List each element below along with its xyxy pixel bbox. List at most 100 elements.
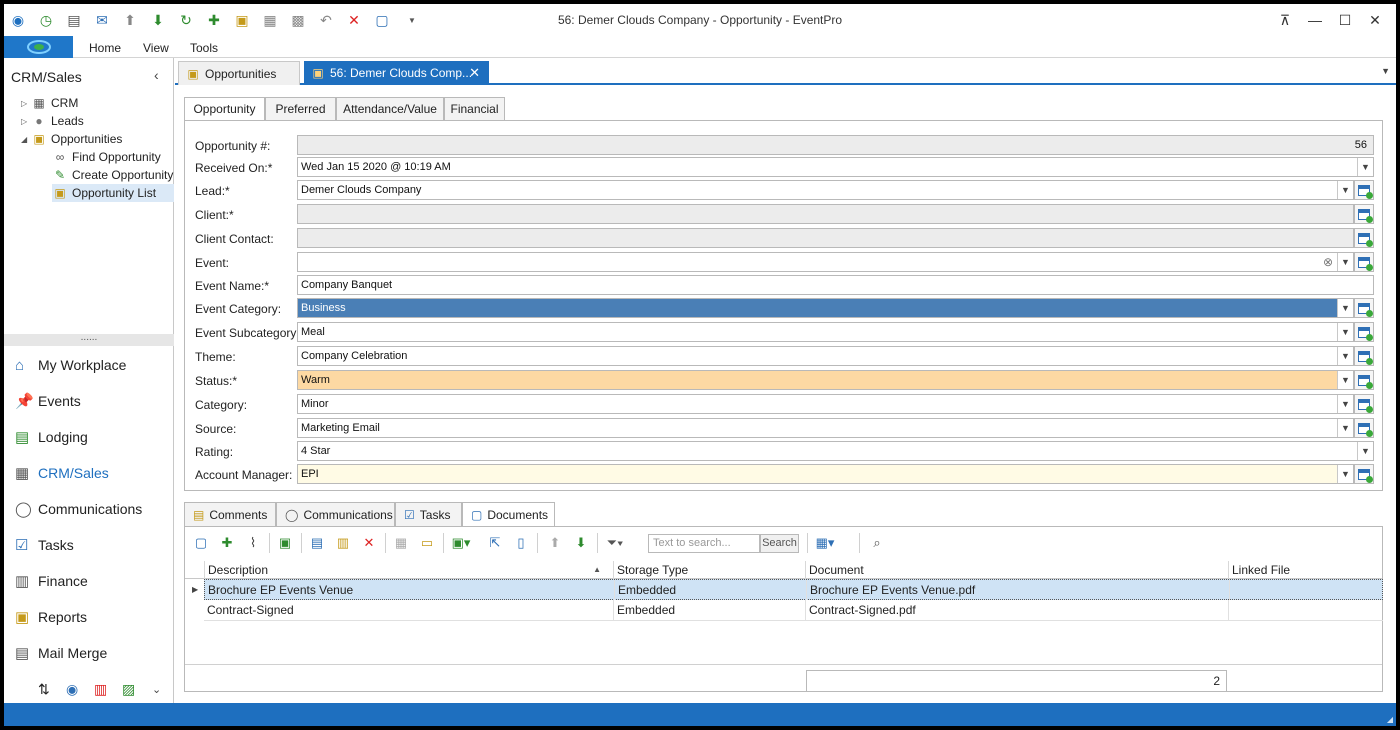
open-icon[interactable]: ▤ [307,533,327,553]
tab-opportunity[interactable]: Opportunity [184,97,265,121]
chevron-down-icon[interactable]: ▼ [1357,442,1373,460]
app-menu-button[interactable] [4,36,73,58]
tree-item-find-opportunity[interactable]: ∞ Find Opportunity [52,148,161,166]
new-document-icon[interactable]: ▢ [191,533,211,553]
lead-field[interactable]: Demer Clouds Company ▼ [297,180,1354,200]
tree-item-opportunities[interactable]: ◢ ▣ Opportunities [21,130,122,148]
chevron-down-icon[interactable]: ▼ [1337,371,1353,389]
search-button[interactable]: Search [760,534,799,553]
chevron-down-icon[interactable]: ▼ [1337,347,1353,365]
tree-item-create-opportunity[interactable]: ✎ Create Opportunity [52,166,173,184]
filter-icon[interactable]: ⏷▾ [605,533,625,553]
resize-grip-icon[interactable]: ◢ [1387,715,1393,724]
nav-crm-sales[interactable]: ▦ CRM/Sales [4,456,174,490]
pin-icon[interactable]: ⊼ [1271,8,1299,32]
event-category-lookup-button[interactable] [1354,298,1374,318]
paste-icon[interactable]: ▥ [333,533,353,553]
bar-chart-icon[interactable]: ▥ [94,681,107,698]
source-field[interactable]: Marketing Email ▼ [297,418,1354,438]
tab-menu-icon[interactable]: ▼ [1381,66,1390,76]
expand-icon[interactable]: ▷ [21,99,31,108]
column-linked-file[interactable]: Linked File [1228,561,1382,579]
event-category-field[interactable]: Business ▼ [297,298,1354,318]
received-on-field[interactable]: Wed Jan 15 2020 @ 10:19 AM ▼ [297,157,1374,177]
nav-reports[interactable]: ▣ Reports [4,600,174,634]
nav-finance[interactable]: ▥ Finance [4,564,174,598]
move-up-icon[interactable]: ⬆ [545,533,565,553]
chevron-down-icon[interactable]: ▼ [1337,465,1353,483]
nav-events[interactable]: 📌 Events [4,384,174,418]
line-chart-icon[interactable]: ▨ [122,681,135,698]
nav-lodging[interactable]: ▤ Lodging [4,420,174,454]
tab-financial[interactable]: Financial [444,97,505,120]
event-name-field[interactable]: Company Banquet [297,275,1374,295]
tab-comments[interactable]: ▤ Comments [184,502,276,526]
lead-lookup-button[interactable] [1354,180,1374,200]
expand-icon[interactable]: ▷ [21,117,31,126]
search-input[interactable]: Text to search... [648,534,760,553]
close-icon[interactable]: ✕ [1361,8,1389,32]
chevron-down-icon[interactable]: ▼ [1337,395,1353,413]
globe-icon[interactable]: ◉ [66,681,78,698]
chevron-down-icon[interactable]: ⌄ [152,683,161,696]
panel-splitter[interactable]: ...... [4,333,174,346]
find-icon[interactable]: ⌕ [867,533,887,553]
chevron-down-icon[interactable]: ▼ [1337,181,1353,199]
chevron-down-icon[interactable]: ▼ [1357,158,1373,176]
delete-icon[interactable]: ✕ [359,533,379,553]
client-contact-lookup-button[interactable] [1354,228,1374,248]
theme-lookup-button[interactable] [1354,346,1374,366]
minimize-icon[interactable]: — [1301,8,1329,32]
folder-icon[interactable]: ▭ [417,533,437,553]
collapse-tree-icon[interactable]: ◢ [21,135,31,144]
tab-opportunities[interactable]: ▣ Opportunities [178,61,300,85]
table-row[interactable]: Contract-Signed Embedded Contract-Signed… [204,600,1383,621]
nav-communications[interactable]: ◯ Communications [4,492,174,526]
nav-tasks[interactable]: ☑ Tasks [4,528,174,562]
client-contact-field[interactable] [297,228,1354,248]
tab-preferred[interactable]: Preferred [265,97,336,120]
collapse-icon[interactable]: ‹ [154,67,159,83]
table-row[interactable]: Brochure EP Events Venue Embedded Brochu… [204,579,1383,600]
menu-home[interactable]: Home [89,41,121,55]
move-down-icon[interactable]: ⬇ [571,533,591,553]
column-description[interactable]: Description ▲ [204,561,613,579]
category-field[interactable]: Minor ▼ [297,394,1354,414]
column-document[interactable]: Document [805,561,1228,579]
attach-icon[interactable]: ⌇ [243,533,263,553]
event-subcategory-field[interactable]: Meal ▼ [297,322,1354,342]
column-storage-type[interactable]: Storage Type [613,561,805,579]
tab-tasks[interactable]: ☑ Tasks [395,502,462,526]
chevron-down-icon[interactable]: ▼ [1337,253,1353,271]
rating-field[interactable]: 4 Star ▼ [297,441,1374,461]
event-subcategory-lookup-button[interactable] [1354,322,1374,342]
source-lookup-button[interactable] [1354,418,1374,438]
account-manager-field[interactable]: EPI ▼ [297,464,1354,484]
status-lookup-button[interactable] [1354,370,1374,390]
menu-tools[interactable]: Tools [190,41,218,55]
tab-attendance-value[interactable]: Attendance/Value [336,97,444,120]
tab-current-opportunity[interactable]: ▣ 56: Demer Clouds Comp... ✕ [304,61,489,85]
event-field[interactable]: ⊗ ▼ [297,252,1354,272]
menu-view[interactable]: View [143,41,169,55]
sort-icon[interactable]: ⇅ [38,681,50,698]
tab-communications[interactable]: ◯ Communications [276,502,395,526]
copy-icon[interactable]: ▣▾ [451,533,471,553]
nav-my-workplace[interactable]: ⌂ My Workplace [4,348,174,382]
close-tab-icon[interactable]: ✕ [469,65,480,81]
tree-item-leads[interactable]: ▷ ● Leads [21,112,84,130]
chevron-down-icon[interactable]: ▼ [1337,323,1353,341]
tab-documents[interactable]: ▢ Documents [462,502,555,527]
nav-mail-merge[interactable]: ▤ Mail Merge [4,636,174,670]
clear-icon[interactable]: ⊗ [1323,253,1333,271]
tree-item-crm[interactable]: ▷ ▦ CRM [21,94,78,112]
add-icon[interactable]: ✚ [217,533,237,553]
print-icon[interactable]: ▦ [391,533,411,553]
save-icon[interactable]: ▦▾ [815,533,835,553]
chevron-down-icon[interactable]: ▼ [1337,299,1353,317]
event-lookup-button[interactable] [1354,252,1374,272]
scan-icon[interactable]: ▣ [275,533,295,553]
export-icon[interactable]: ⇱ [485,533,505,553]
status-field[interactable]: Warm ▼ [297,370,1354,390]
tree-item-opportunity-list[interactable]: ▣ Opportunity List [52,184,174,202]
